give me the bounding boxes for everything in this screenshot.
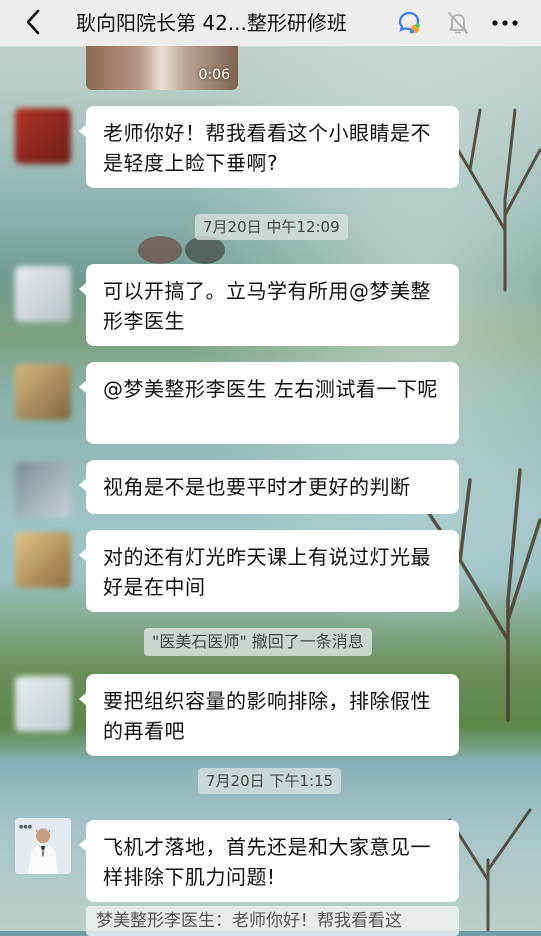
message-bubble[interactable]: @梦美整形李医生 左右测试看一下呢 xyxy=(79,362,459,444)
avatar[interactable] xyxy=(15,532,71,588)
avatar[interactable] xyxy=(15,108,71,164)
avatar[interactable] xyxy=(15,462,71,518)
video-message-thumbnail[interactable]: 0:06 xyxy=(86,46,238,90)
message-bubble[interactable]: 要把组织容量的影响排除，排除假性的再看吧 xyxy=(79,674,459,756)
avatar[interactable] xyxy=(15,364,71,420)
avatar[interactable] xyxy=(15,266,71,322)
message-bubble[interactable]: 飞机才落地，首先还是和大家意见一样排除下肌力问题! xyxy=(79,820,459,902)
quoted-reply[interactable]: 梦美整形李医生：老师你好！帮我看看这 xyxy=(86,906,459,936)
more-dots-icon[interactable] xyxy=(490,10,520,36)
chat-title: 耿向阳院长第 42...整形研修班 xyxy=(76,11,347,35)
timestamp: 7月20日 中午12:09 xyxy=(195,214,348,240)
video-duration: 0:06 xyxy=(198,67,230,83)
timestamp: 7月20日 下午1:15 xyxy=(198,768,342,794)
back-chevron-icon xyxy=(26,9,40,35)
svg-text:●●●: ●●● xyxy=(19,824,33,830)
chat-header: 耿向阳院长第 42...整形研修班 xyxy=(0,0,541,47)
message-bubble[interactable]: 对的还有灯光昨天课上有说过灯光最好是在中间 xyxy=(79,530,459,612)
recall-notice: "医美石医师" 撤回了一条消息 xyxy=(144,628,372,656)
wecom-badge-icon xyxy=(398,11,420,34)
back-button[interactable] xyxy=(18,6,48,38)
message-bubble[interactable]: 老师你好！帮我看看这个小眼睛是不是轻度上睑下垂啊? xyxy=(79,106,459,188)
doctor-portrait-icon: ●●● xyxy=(15,818,71,874)
message-bubble[interactable]: 可以开搞了。立马学有所用@梦美整形李医生 xyxy=(79,264,459,346)
mute-bell-icon[interactable] xyxy=(446,10,470,36)
avatar[interactable] xyxy=(15,676,71,732)
avatar[interactable]: ●●● xyxy=(15,818,71,874)
message-bubble[interactable]: 视角是不是也要平时才更好的判断 xyxy=(79,460,459,514)
